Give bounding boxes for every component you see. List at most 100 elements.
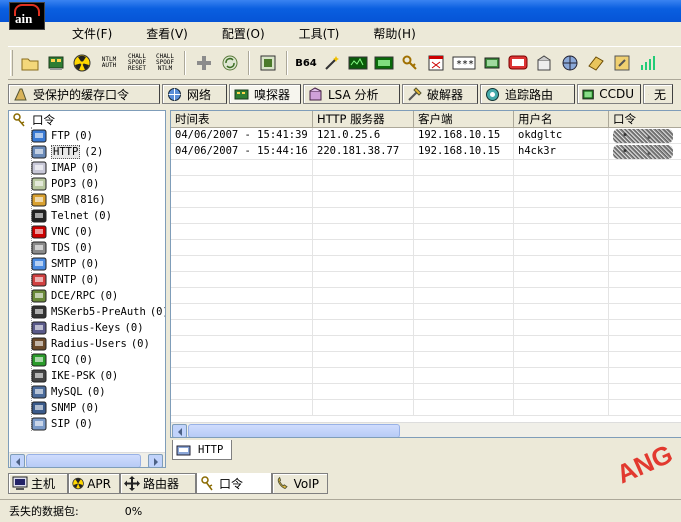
tree-item-label: IKE-PSK bbox=[51, 370, 96, 382]
tree-item-radius-users[interactable]: Radius-Users (0) bbox=[31, 336, 150, 352]
tree-item-sip[interactable]: SIP (0) bbox=[31, 416, 93, 432]
wireless-key-button[interactable] bbox=[399, 52, 421, 74]
certificate-button[interactable] bbox=[585, 52, 607, 74]
tab-network[interactable]: 网络 bbox=[162, 84, 227, 104]
challenge-spoof-ntlm-button[interactable]: CHALL SPOOF NTLM bbox=[153, 52, 177, 74]
route-table-button[interactable] bbox=[347, 52, 369, 74]
table-row bbox=[171, 224, 681, 240]
tree-item-radius-keys[interactable]: Radius-Keys (0) bbox=[31, 320, 144, 336]
base64-button[interactable]: B64 bbox=[295, 52, 317, 74]
hash-calculator-button[interactable] bbox=[321, 52, 343, 74]
snmp-icon bbox=[31, 401, 47, 415]
tab-sniffer[interactable]: 嗅探器 bbox=[229, 84, 301, 104]
wireless-scan-button[interactable] bbox=[637, 52, 659, 74]
menu-file[interactable]: 文件(F) bbox=[46, 25, 121, 42]
scroll-thumb[interactable] bbox=[26, 454, 141, 467]
add-button[interactable] bbox=[193, 52, 215, 74]
subtab-http[interactable]: HTTP bbox=[172, 440, 232, 460]
pwd-decoder-button[interactable] bbox=[425, 52, 447, 74]
tab-ccdu[interactable]: CCDU bbox=[577, 84, 641, 104]
menu-tools[interactable]: 工具(T) bbox=[274, 25, 349, 42]
tree-horizontal-scrollbar[interactable] bbox=[9, 452, 165, 467]
tab-lsa[interactable]: LSA 分析 bbox=[303, 84, 400, 104]
table-cell-empty bbox=[414, 320, 514, 336]
menu-help[interactable]: 帮助(H) bbox=[348, 25, 424, 42]
remove-button[interactable] bbox=[219, 52, 241, 74]
table-cell-empty bbox=[313, 368, 414, 384]
tree-item-http[interactable]: HTTP (2) bbox=[31, 144, 103, 160]
scan-button[interactable] bbox=[257, 52, 279, 74]
column-header-http-server[interactable]: HTTP 服务器 bbox=[313, 111, 414, 128]
password-cell-obscured bbox=[609, 128, 681, 144]
tree-item-snmp[interactable]: SNMP (0) bbox=[31, 400, 99, 416]
tree-item-mskerb5-preauth[interactable]: MSKerb5-PreAuth(0) bbox=[31, 304, 165, 320]
app-logo-icon[interactable]: ain bbox=[9, 2, 45, 30]
table-row[interactable]: 04/06/2007 - 15:44:16 220.181.38.77 192.16… bbox=[171, 144, 681, 160]
search-key-icon bbox=[614, 55, 630, 71]
open-folder-button[interactable] bbox=[19, 52, 41, 74]
tree-item-count: (0) bbox=[73, 130, 93, 142]
tree-item-icq[interactable]: ICQ (0) bbox=[31, 352, 93, 368]
table-horizontal-scrollbar[interactable] bbox=[171, 422, 681, 437]
start-sniffer-button[interactable] bbox=[45, 52, 67, 74]
tree-item-imap[interactable]: IMAP (0) bbox=[31, 160, 99, 176]
signal-icon bbox=[641, 56, 655, 70]
scroll-left-button[interactable] bbox=[172, 424, 187, 437]
scroll-right-button[interactable] bbox=[148, 454, 163, 467]
tree-item-pop3[interactable]: POP3 (0) bbox=[31, 176, 99, 192]
column-header-username[interactable]: 用户名 bbox=[514, 111, 609, 128]
column-header-password[interactable]: 口令 bbox=[609, 111, 681, 128]
tab-apr[interactable]: APR bbox=[68, 473, 120, 494]
table-cell-empty bbox=[313, 256, 414, 272]
toolbar-grip[interactable] bbox=[10, 50, 13, 76]
tree-item-ftp[interactable]: FTP (0) bbox=[31, 128, 93, 144]
tab-cracker[interactable]: 破解器 bbox=[402, 84, 478, 104]
password-box-button[interactable]: *** bbox=[451, 52, 477, 74]
tab-voip[interactable]: VoIP bbox=[272, 473, 328, 494]
scroll-left-button[interactable] bbox=[10, 454, 25, 467]
protocol-tree[interactable]: 口令 FTP (0) HTTP (2) IMAP (0) POP3 (0) SMB (816) Te… bbox=[8, 110, 166, 468]
tree-item-smb[interactable]: SMB (816) bbox=[31, 192, 106, 208]
tab-cached-passwords[interactable]: 受保护的缓存口令 bbox=[8, 84, 160, 104]
tree-item-label: Radius-Keys bbox=[51, 322, 121, 334]
tree-item-mysql[interactable]: MySQL (0) bbox=[31, 384, 106, 400]
column-header-client[interactable]: 客户端 bbox=[414, 111, 514, 128]
tree-item-nntp[interactable]: NNTP (0) bbox=[31, 272, 99, 288]
start-apr-button[interactable] bbox=[71, 52, 93, 74]
tree-item-vnc[interactable]: VNC (0) bbox=[31, 224, 93, 240]
table-cell-empty bbox=[609, 288, 681, 304]
title-bar[interactable] bbox=[0, 0, 681, 22]
tree-item-tds[interactable]: TDS (0) bbox=[31, 240, 93, 256]
terminal-button[interactable] bbox=[507, 52, 529, 74]
globe-button[interactable] bbox=[559, 52, 581, 74]
scroll-thumb[interactable] bbox=[188, 424, 400, 437]
table-row[interactable]: 04/06/2007 - 15:41:39 121.0.25.6 192.168.1… bbox=[171, 128, 681, 144]
menu-view[interactable]: 查看(V) bbox=[121, 25, 197, 42]
tree-item-dce-rpc[interactable]: DCE/RPC (0) bbox=[31, 288, 118, 304]
tree-item-count: (0) bbox=[86, 386, 106, 398]
tab-hosts[interactable]: 主机 bbox=[8, 473, 68, 494]
tab-passwords[interactable]: 口令 bbox=[196, 473, 272, 494]
tab-traceroute[interactable]: 追踪路由 bbox=[480, 84, 575, 104]
smb-icon bbox=[31, 193, 47, 207]
tab-routers[interactable]: 路由器 bbox=[120, 473, 196, 494]
box-revealer-button[interactable] bbox=[533, 52, 555, 74]
menu-config[interactable]: 配置(O) bbox=[197, 25, 274, 42]
tree-item-smtp[interactable]: SMTP (0) bbox=[31, 256, 99, 272]
tab-wireless[interactable]: 无 bbox=[643, 84, 673, 104]
ntlm-auth-button[interactable]: NTLM AUTH bbox=[97, 52, 121, 74]
table-cell-empty bbox=[414, 192, 514, 208]
tree-item-telnet[interactable]: Telnet (0) bbox=[31, 208, 112, 224]
radius-keys-icon bbox=[31, 321, 47, 335]
tree-root-passwords[interactable]: 口令 bbox=[12, 112, 55, 128]
tree-item-ike-psk[interactable]: IKE-PSK (0) bbox=[31, 368, 118, 384]
key-finder-button[interactable] bbox=[611, 52, 633, 74]
table-cell-empty bbox=[609, 240, 681, 256]
challenge-spoof-reset-button[interactable]: CHALL SPOOF RESET bbox=[125, 52, 149, 74]
http-password-table[interactable]: 时间表 HTTP 服务器 客户端 用户名 口令 04/06/2007 - 15:… bbox=[170, 110, 681, 438]
column-header-time[interactable]: 时间表 bbox=[171, 111, 313, 128]
table-cell-empty bbox=[313, 240, 414, 256]
cisco-decoder-button[interactable] bbox=[481, 52, 503, 74]
vpn-button[interactable] bbox=[373, 52, 395, 74]
green-box-icon bbox=[484, 57, 500, 69]
